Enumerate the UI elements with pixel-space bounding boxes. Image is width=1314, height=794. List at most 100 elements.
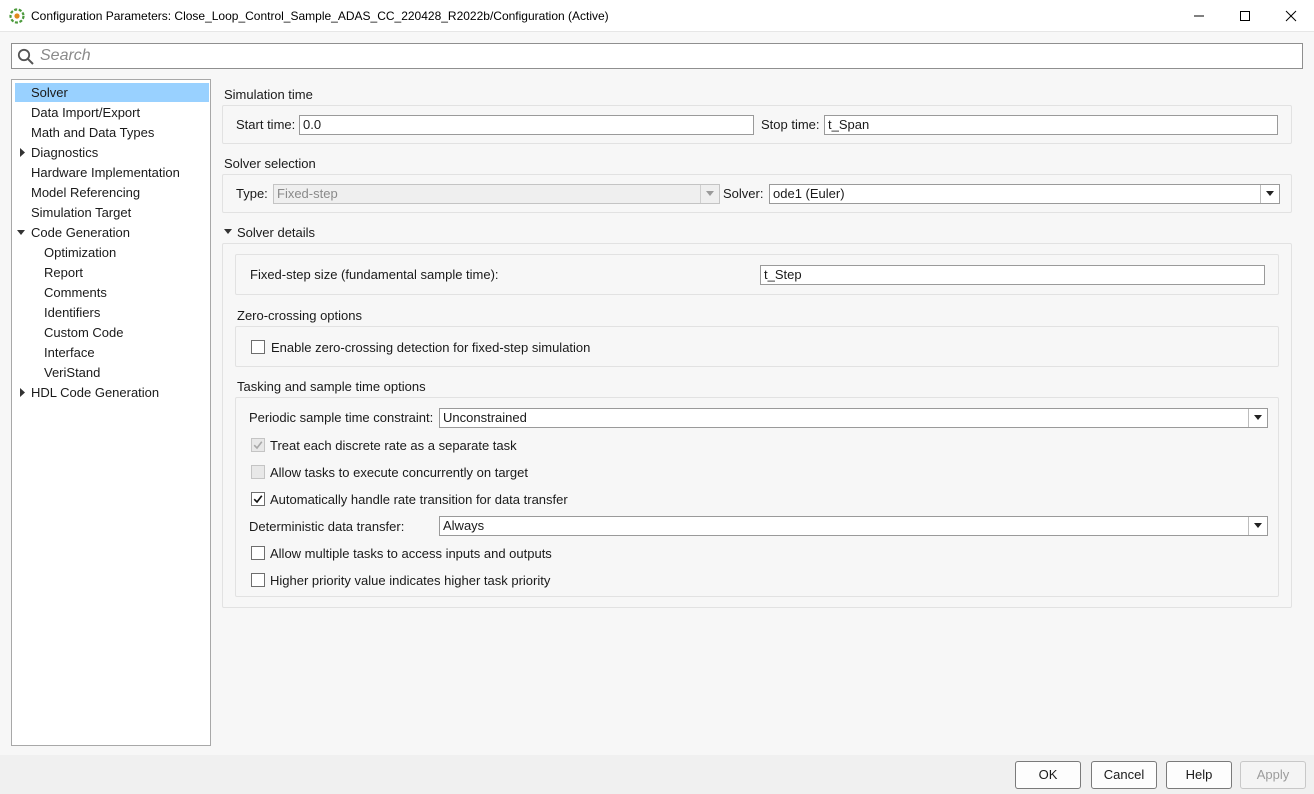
tree-item-veristand[interactable]: VeriStand	[15, 363, 209, 382]
deterministic-transfer-dropdown[interactable]: Always	[439, 516, 1268, 536]
tree-item-optimization[interactable]: Optimization	[15, 243, 209, 262]
tree-item-label: HDL Code Generation	[31, 385, 160, 400]
deterministic-transfer-label: Deterministic data transfer:	[249, 519, 405, 534]
tasking-title: Tasking and sample time options	[237, 379, 426, 394]
tree-item-label: Identifiers	[44, 305, 101, 320]
tree-item-label: Simulation Target	[31, 205, 132, 220]
start-time-input[interactable]: 0.0	[299, 115, 754, 135]
periodic-constraint-label: Periodic sample time constraint:	[249, 410, 434, 425]
tree-item-label: Optimization	[44, 245, 117, 260]
solver-selection-group: Type: Fixed-step Solver: ode1 (Euler)	[222, 174, 1292, 213]
periodic-constraint-dropdown[interactable]: Unconstrained	[439, 408, 1268, 428]
expand-arrow-icon[interactable]	[18, 143, 28, 162]
tree-item-custom-code[interactable]: Custom Code	[15, 323, 209, 342]
fixed-step-label: Fixed-step size (fundamental sample time…	[250, 267, 499, 282]
chevron-down-icon	[1266, 191, 1274, 196]
higher-priority-label: Higher priority value indicates higher t…	[270, 573, 551, 588]
simulink-app-icon	[9, 8, 25, 24]
zero-crossing-group: Enable zero-crossing detection for fixed…	[235, 326, 1279, 367]
start-time-label: Start time:	[236, 117, 296, 132]
expand-arrow-icon[interactable]	[18, 383, 28, 402]
checkmark-icon	[253, 441, 263, 450]
tree-item-code-generation[interactable]: Code Generation	[15, 223, 209, 242]
chevron-down-icon	[706, 191, 714, 196]
help-button[interactable]: Help	[1166, 761, 1232, 789]
tree-item-label: Solver	[31, 85, 68, 100]
minimize-button[interactable]	[1176, 0, 1222, 32]
tree-item-hardware-implementation[interactable]: Hardware Implementation	[15, 163, 209, 182]
tree-item-label: Hardware Implementation	[31, 165, 180, 180]
search-box[interactable]	[11, 43, 1303, 69]
tree-item-interface[interactable]: Interface	[15, 343, 209, 362]
close-icon	[1285, 10, 1297, 22]
chevron-down-icon	[1254, 415, 1262, 420]
dialog-content: Solver Data Import/Export Math and Data …	[0, 32, 1314, 794]
type-label: Type:	[236, 186, 268, 201]
type-dropdown[interactable]: Fixed-step	[273, 184, 720, 204]
tree-item-diagnostics[interactable]: Diagnostics	[15, 143, 209, 162]
tree-item-label: Code Generation	[31, 225, 131, 240]
collapse-arrow-icon[interactable]	[16, 223, 26, 242]
apply-button[interactable]: Apply	[1240, 761, 1306, 789]
tree-item-label: Diagnostics	[31, 145, 99, 160]
higher-priority-checkbox[interactable]	[251, 573, 265, 587]
enable-zero-crossing-label: Enable zero-crossing detection for fixed…	[271, 340, 591, 355]
tree-item-hdl-code-generation[interactable]: HDL Code Generation	[15, 383, 209, 402]
tree-item-solver[interactable]: Solver	[15, 83, 209, 102]
solver-dropdown[interactable]: ode1 (Euler)	[769, 184, 1280, 204]
allow-concurrent-label: Allow tasks to execute concurrently on t…	[270, 465, 528, 480]
cancel-button[interactable]: Cancel	[1091, 761, 1157, 789]
solver-details-title[interactable]: Solver details	[237, 225, 315, 240]
checkmark-icon	[253, 495, 263, 504]
periodic-constraint-value: Unconstrained	[443, 410, 527, 425]
ok-button[interactable]: OK	[1015, 761, 1081, 789]
tree-item-label: Report	[44, 265, 84, 280]
tree-item-data-import-export[interactable]: Data Import/Export	[15, 103, 209, 122]
solver-dropdown-value: ode1 (Euler)	[773, 186, 845, 201]
tree-item-label: Comments	[44, 285, 107, 300]
category-tree: Solver Data Import/Export Math and Data …	[11, 79, 211, 746]
maximize-button[interactable]	[1222, 0, 1268, 32]
maximize-icon	[1240, 11, 1250, 21]
tree-item-model-referencing[interactable]: Model Referencing	[15, 183, 209, 202]
enable-zero-crossing-checkbox[interactable]	[251, 340, 265, 354]
deterministic-transfer-value: Always	[443, 518, 485, 533]
stop-time-input[interactable]: t_Span	[824, 115, 1278, 135]
treat-discrete-rate-label: Treat each discrete rate as a separate t…	[270, 438, 517, 453]
tree-item-report[interactable]: Report	[15, 263, 209, 282]
solver-selection-title: Solver selection	[224, 156, 316, 171]
type-dropdown-value: Fixed-step	[277, 186, 338, 201]
zero-crossing-title: Zero-crossing options	[237, 308, 362, 323]
allow-multiple-tasks-label: Allow multiple tasks to access inputs an…	[270, 546, 552, 561]
tree-item-math-and-data-types[interactable]: Math and Data Types	[15, 123, 209, 142]
tree-item-label: Data Import/Export	[31, 105, 141, 120]
search-icon	[17, 48, 34, 65]
close-button[interactable]	[1268, 0, 1314, 32]
tree-item-label: VeriStand	[44, 365, 101, 380]
fixed-step-group: Fixed-step size (fundamental sample time…	[235, 254, 1279, 295]
allow-concurrent-checkbox[interactable]	[251, 465, 265, 479]
simulation-time-group: Start time: 0.0 Stop time: t_Span	[222, 105, 1292, 144]
fixed-step-input[interactable]: t_Step	[760, 265, 1265, 285]
solver-details-group: Fixed-step size (fundamental sample time…	[222, 243, 1292, 608]
tree-item-label: Model Referencing	[31, 185, 141, 200]
tree-item-label: Custom Code	[44, 325, 124, 340]
collapse-arrow-icon[interactable]	[224, 228, 233, 236]
search-input[interactable]	[38, 45, 1298, 67]
tree-item-label: Interface	[44, 345, 95, 360]
minimize-icon	[1194, 15, 1204, 17]
tree-item-identifiers[interactable]: Identifiers	[15, 303, 209, 322]
tree-item-simulation-target[interactable]: Simulation Target	[15, 203, 209, 222]
allow-multiple-tasks-checkbox[interactable]	[251, 546, 265, 560]
tasking-group: Periodic sample time constraint: Unconst…	[235, 397, 1279, 597]
window-title: Configuration Parameters: Close_Loop_Con…	[31, 9, 609, 23]
tree-item-comments[interactable]: Comments	[15, 283, 209, 302]
auto-rate-transition-label: Automatically handle rate transition for…	[270, 492, 568, 507]
tree-item-label: Math and Data Types	[31, 125, 155, 140]
solver-label: Solver:	[723, 186, 764, 201]
button-bar: OK Cancel Help Apply	[0, 755, 1314, 794]
simulation-time-title: Simulation time	[224, 87, 313, 102]
title-bar: Configuration Parameters: Close_Loop_Con…	[0, 0, 1314, 32]
treat-discrete-rate-checkbox[interactable]	[251, 438, 265, 452]
auto-rate-transition-checkbox[interactable]	[251, 492, 265, 506]
